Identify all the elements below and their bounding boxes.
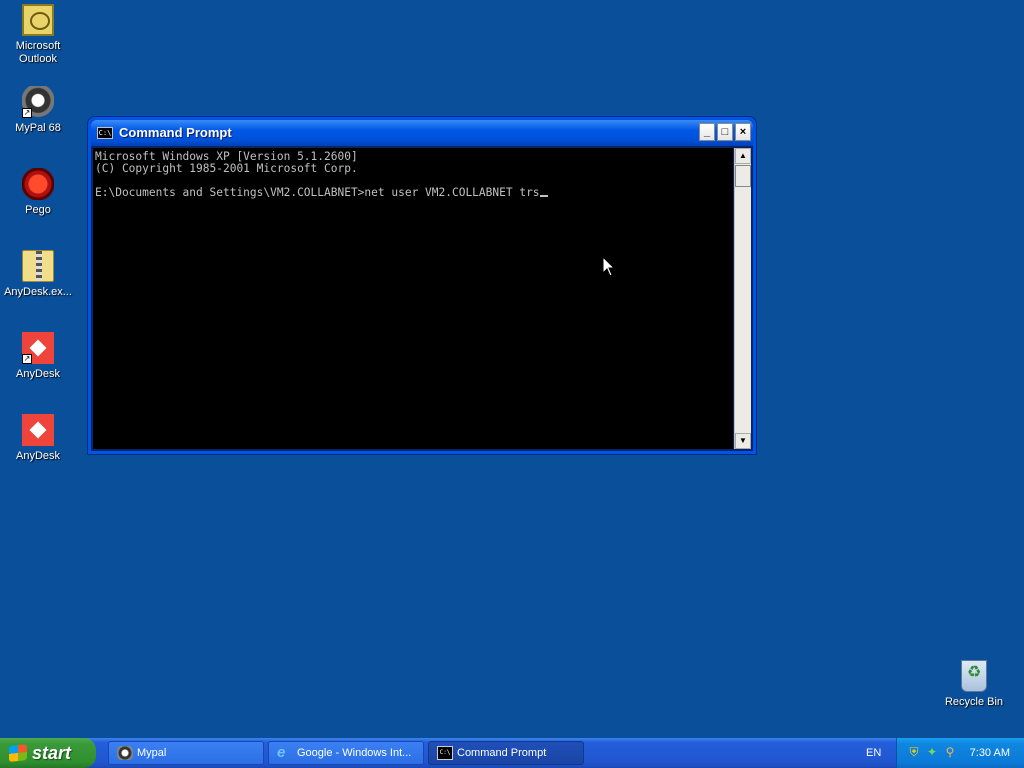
desktop-icon-recycle-bin[interactable]: Recycle Bin	[936, 660, 1012, 709]
network-icon[interactable]: ✦	[925, 745, 939, 759]
cmd-icon: C:\	[97, 127, 113, 139]
desktop-icon-label: Recycle Bin	[944, 696, 1004, 708]
mypal-icon	[117, 746, 133, 760]
minimize-button[interactable]: _	[699, 123, 715, 141]
taskbar-item-label: Command Prompt	[457, 747, 547, 759]
taskbar-item-label: Mypal	[137, 747, 167, 759]
desktop-icon-label: AnyDesk	[15, 450, 61, 462]
desktop-icon-mypal[interactable]: ↗ MyPal 68	[0, 86, 76, 135]
desktop-icon-pego[interactable]: Pego	[0, 168, 76, 217]
windows-logo-icon	[9, 744, 27, 762]
desktop-icon-label: Microsoft Outlook	[15, 40, 61, 65]
taskbar-item-mypal[interactable]: Mypal	[108, 741, 264, 765]
desktop-icon-label: Pego	[25, 204, 51, 216]
taskbar-item-command-prompt[interactable]: C:\ Command Prompt	[428, 741, 584, 765]
zip-file-icon	[22, 250, 54, 282]
desktop-icon-outlook[interactable]: Microsoft Outlook	[0, 4, 76, 66]
security-shield-icon[interactable]: ⛨	[907, 745, 921, 759]
desktop-icon-anydesk-1[interactable]: ↗ AnyDesk	[0, 332, 76, 381]
close-button[interactable]: ×	[735, 123, 751, 141]
shortcut-arrow-icon: ↗	[22, 108, 32, 118]
command-input-line: E:\Documents and Settings\VM2.COLLABNET>…	[95, 186, 540, 199]
anydesk-icon: ↗	[22, 332, 54, 364]
window-titlebar[interactable]: C:\ Command Prompt _ □ ×	[91, 120, 753, 146]
console-line: (C) Copyright 1985-2001 Microsoft Corp.	[95, 162, 358, 175]
mypal-icon: ↗	[22, 86, 54, 118]
maximize-button[interactable]: □	[717, 123, 733, 141]
shortcut-arrow-icon: ↗	[22, 354, 32, 364]
taskbar-item-google[interactable]: e Google - Windows Int...	[268, 741, 424, 765]
desktop-icon-label: MyPal 68	[15, 122, 61, 134]
desktop-icon-anydesk-2[interactable]: AnyDesk	[0, 414, 76, 463]
anydesk-icon	[22, 414, 54, 446]
text-cursor	[539, 195, 548, 197]
cmd-icon: C:\	[437, 746, 453, 760]
outlook-icon	[22, 4, 54, 36]
start-button[interactable]: start	[0, 738, 96, 768]
language-indicator[interactable]: EN	[866, 738, 890, 768]
command-prompt-window[interactable]: C:\ Command Prompt _ □ × Microsoft Windo…	[88, 117, 756, 454]
console-line: E:\Documents and Settings\VM2.COLLABNET>…	[95, 187, 731, 199]
system-tray: ⛨ ✦ ⚲ 7:30 AM	[896, 738, 1024, 768]
pego-icon	[22, 168, 54, 200]
window-title: Command Prompt	[119, 125, 232, 140]
ie-icon: e	[277, 744, 286, 761]
recycle-bin-icon	[961, 660, 987, 692]
desktop-icon-label: AnyDesk	[15, 368, 61, 380]
scroll-thumb[interactable]	[735, 165, 751, 187]
mouse-pointer-icon	[602, 256, 616, 277]
console-output[interactable]: Microsoft Windows XP [Version 5.1.2600](…	[93, 148, 733, 449]
scroll-up-button[interactable]: ▲	[735, 148, 751, 164]
desktop-icon-anydesk-exe[interactable]: AnyDesk.ex...	[0, 250, 76, 299]
desktop-icon-label: AnyDesk.ex...	[4, 286, 72, 298]
taskbar-item-label: Google - Windows Int...	[297, 747, 412, 759]
scroll-down-button[interactable]: ▼	[735, 433, 751, 449]
clock[interactable]: 7:30 AM	[970, 738, 1010, 768]
search-icon[interactable]: ⚲	[943, 745, 957, 759]
vertical-scrollbar[interactable]: ▲ ▼	[734, 148, 751, 449]
start-label: start	[32, 743, 72, 763]
taskbar: start Mypal e Google - Windows Int... C:…	[0, 738, 1024, 768]
